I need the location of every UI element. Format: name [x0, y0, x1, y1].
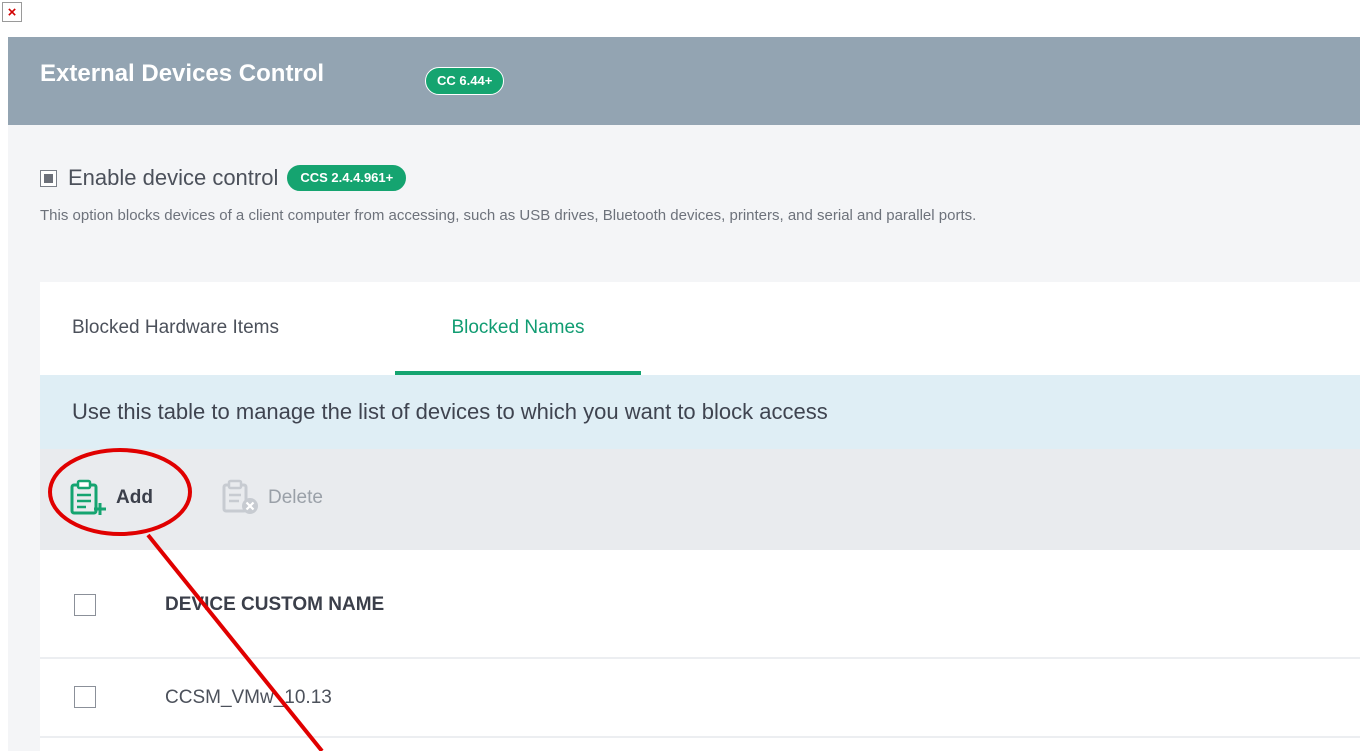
row-checkbox[interactable] — [74, 686, 96, 708]
add-button-label: Add — [116, 487, 153, 508]
blocked-names-table: DEVICE CUSTOM NAME CCSM_VMw_10.13 — [40, 550, 1360, 751]
info-banner-text: Use this table to manage the list of dev… — [72, 399, 828, 424]
version-badge: CC 6.44+ — [425, 67, 505, 95]
ccs-version-badge: CCS 2.4.4.961+ — [287, 165, 407, 191]
select-all-checkbox[interactable] — [74, 594, 96, 616]
device-control-description: This option blocks devices of a client c… — [40, 207, 977, 224]
tab-blocked-hardware-items[interactable]: Blocked Hardware Items — [72, 282, 279, 375]
enable-device-control-checkbox[interactable] — [40, 169, 57, 187]
info-banner: Use this table to manage the list of dev… — [40, 375, 1360, 449]
device-custom-name-cell: CCSM_VMw_10.13 — [165, 687, 332, 708]
clipboard-add-icon — [70, 479, 106, 515]
column-header-device-custom-name[interactable]: DEVICE CUSTOM NAME — [165, 594, 384, 616]
enable-device-control-row: Enable device control CCS 2.4.4.961+ — [40, 165, 407, 191]
checkbox-indeterminate-mark — [44, 173, 53, 183]
delete-button-label: Delete — [268, 487, 323, 508]
table-row[interactable]: CCSM_VMw_10.13 — [40, 659, 1360, 738]
table-toolbar: Add Delete — [40, 449, 1360, 550]
close-icon[interactable]: × — [2, 2, 22, 22]
tab-blocked-names[interactable]: Blocked Names — [395, 282, 641, 375]
tab-bar: Blocked Hardware Items Blocked Names — [40, 282, 1360, 375]
enable-device-control-label[interactable]: Enable device control — [68, 165, 278, 191]
delete-button[interactable]: Delete — [220, 477, 323, 519]
clipboard-delete-icon — [222, 479, 258, 514]
page-header: External Devices Control CC 6.44+ — [8, 37, 1360, 125]
add-button[interactable]: Add — [68, 477, 153, 519]
table-header-row: DEVICE CUSTOM NAME — [40, 550, 1360, 659]
settings-content: Enable device control CCS 2.4.4.961+ Thi… — [8, 125, 1360, 751]
page-title: External Devices Control — [40, 60, 325, 87]
